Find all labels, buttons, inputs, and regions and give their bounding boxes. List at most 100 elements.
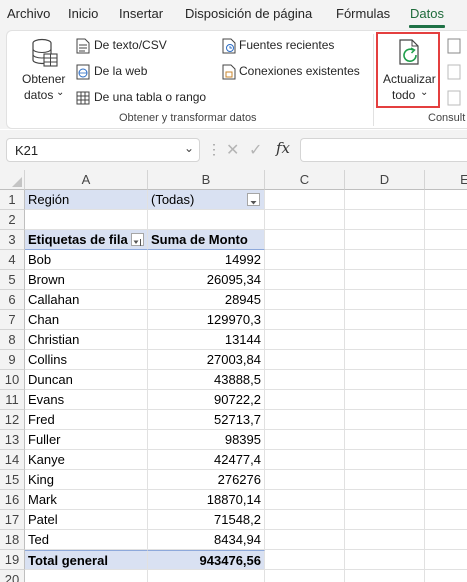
tab-disposicion[interactable]: Disposición de página	[185, 6, 312, 21]
cell[interactable]	[345, 430, 425, 450]
row-header[interactable]: 1	[0, 190, 25, 210]
cell[interactable]	[345, 190, 425, 210]
pivot-row-label[interactable]: Ted	[25, 530, 148, 550]
cell[interactable]	[265, 330, 345, 350]
row-header[interactable]: 20	[0, 570, 25, 582]
grand-total-label[interactable]: Total general	[25, 550, 148, 570]
row-header[interactable]: 14	[0, 450, 25, 470]
cell[interactable]	[425, 310, 467, 330]
cell[interactable]	[345, 350, 425, 370]
pivot-row-label[interactable]: Evans	[25, 390, 148, 410]
row-header[interactable]: 3	[0, 230, 25, 250]
cell[interactable]	[25, 570, 148, 582]
row-header[interactable]: 11	[0, 390, 25, 410]
properties-button[interactable]	[447, 64, 467, 80]
cell[interactable]	[425, 350, 467, 370]
pivot-row-value[interactable]: 14992	[148, 250, 265, 270]
column-header-c[interactable]: C	[265, 170, 345, 190]
pivot-row-value[interactable]: 18870,14	[148, 490, 265, 510]
cell[interactable]	[345, 410, 425, 430]
pivot-row-value[interactable]: 42477,4	[148, 450, 265, 470]
cell[interactable]	[425, 250, 467, 270]
cell[interactable]	[265, 310, 345, 330]
pivot-row-label[interactable]: Fuller	[25, 430, 148, 450]
row-header[interactable]: 4	[0, 250, 25, 270]
row-header[interactable]: 15	[0, 470, 25, 490]
tab-insertar[interactable]: Insertar	[119, 6, 163, 21]
tab-inicio[interactable]: Inicio	[68, 6, 98, 21]
cell[interactable]	[425, 490, 467, 510]
cell[interactable]	[265, 230, 345, 250]
row-header[interactable]: 12	[0, 410, 25, 430]
pivot-row-label[interactable]: Bob	[25, 250, 148, 270]
row-header[interactable]: 9	[0, 350, 25, 370]
cancel-icon[interactable]: ✕	[226, 140, 239, 160]
cell[interactable]	[425, 410, 467, 430]
row-header[interactable]: 5	[0, 270, 25, 290]
cell[interactable]	[425, 230, 467, 250]
tab-datos[interactable]: Datos	[410, 6, 444, 21]
row-header[interactable]: 10	[0, 370, 25, 390]
edit-links-button[interactable]	[447, 90, 467, 106]
cell[interactable]	[425, 530, 467, 550]
cell[interactable]	[345, 390, 425, 410]
row-header[interactable]: 19	[0, 550, 25, 570]
pivot-row-value[interactable]: 98395	[148, 430, 265, 450]
column-header-d[interactable]: D	[345, 170, 425, 190]
cell[interactable]	[345, 470, 425, 490]
cell[interactable]	[265, 190, 345, 210]
pivot-row-value[interactable]: 27003,84	[148, 350, 265, 370]
pivot-row-value[interactable]: 28945	[148, 290, 265, 310]
cell[interactable]	[425, 190, 467, 210]
row-header[interactable]: 17	[0, 510, 25, 530]
column-header-b[interactable]: B	[148, 170, 265, 190]
pivot-row-value[interactable]: 43888,5	[148, 370, 265, 390]
cell[interactable]	[345, 230, 425, 250]
cell[interactable]	[265, 550, 345, 570]
cell[interactable]	[265, 270, 345, 290]
cell[interactable]	[265, 450, 345, 470]
row-header[interactable]: 8	[0, 330, 25, 350]
chevron-down-icon[interactable]: ⌄	[184, 141, 194, 155]
cell[interactable]	[425, 430, 467, 450]
pivot-row-label[interactable]: Brown	[25, 270, 148, 290]
column-header-e[interactable]: E	[425, 170, 467, 190]
pivot-row-value[interactable]: 8434,94	[148, 530, 265, 550]
obtener-datos-button[interactable]: Obtener datos ⌄	[20, 36, 70, 102]
cell[interactable]	[425, 370, 467, 390]
grand-total-value[interactable]: 943476,56	[148, 550, 265, 570]
filter-value-cell[interactable]: (Todas)	[148, 190, 265, 210]
cell[interactable]	[345, 370, 425, 390]
row-labels-header[interactable]: Etiquetas de fila	[25, 230, 148, 250]
pivot-row-label[interactable]: King	[25, 470, 148, 490]
pivot-row-label[interactable]: Duncan	[25, 370, 148, 390]
cell[interactable]	[345, 250, 425, 270]
cell[interactable]	[265, 410, 345, 430]
cell[interactable]	[345, 530, 425, 550]
cell[interactable]	[425, 330, 467, 350]
pivot-row-label[interactable]: Patel	[25, 510, 148, 530]
cell[interactable]	[265, 210, 345, 230]
cell[interactable]	[265, 290, 345, 310]
row-header[interactable]: 16	[0, 490, 25, 510]
name-box[interactable]: K21 ⌄	[6, 138, 200, 162]
tab-archivo[interactable]: Archivo	[7, 6, 50, 21]
pivot-row-value[interactable]: 52713,7	[148, 410, 265, 430]
cell[interactable]	[148, 570, 265, 582]
pivot-row-label[interactable]: Christian	[25, 330, 148, 350]
row-header[interactable]: 13	[0, 430, 25, 450]
cell[interactable]	[345, 310, 425, 330]
pivot-row-label[interactable]: Chan	[25, 310, 148, 330]
pivot-row-label[interactable]: Callahan	[25, 290, 148, 310]
pivot-row-label[interactable]: Collins	[25, 350, 148, 370]
cell[interactable]	[265, 490, 345, 510]
cell[interactable]	[345, 270, 425, 290]
cell[interactable]	[265, 350, 345, 370]
cell[interactable]	[345, 550, 425, 570]
pivot-row-value[interactable]: 129970,3	[148, 310, 265, 330]
cell[interactable]	[425, 270, 467, 290]
cell[interactable]	[25, 210, 148, 230]
column-header-a[interactable]: A	[25, 170, 148, 190]
row-header[interactable]: 7	[0, 310, 25, 330]
row-labels-filter-button[interactable]	[131, 233, 144, 246]
